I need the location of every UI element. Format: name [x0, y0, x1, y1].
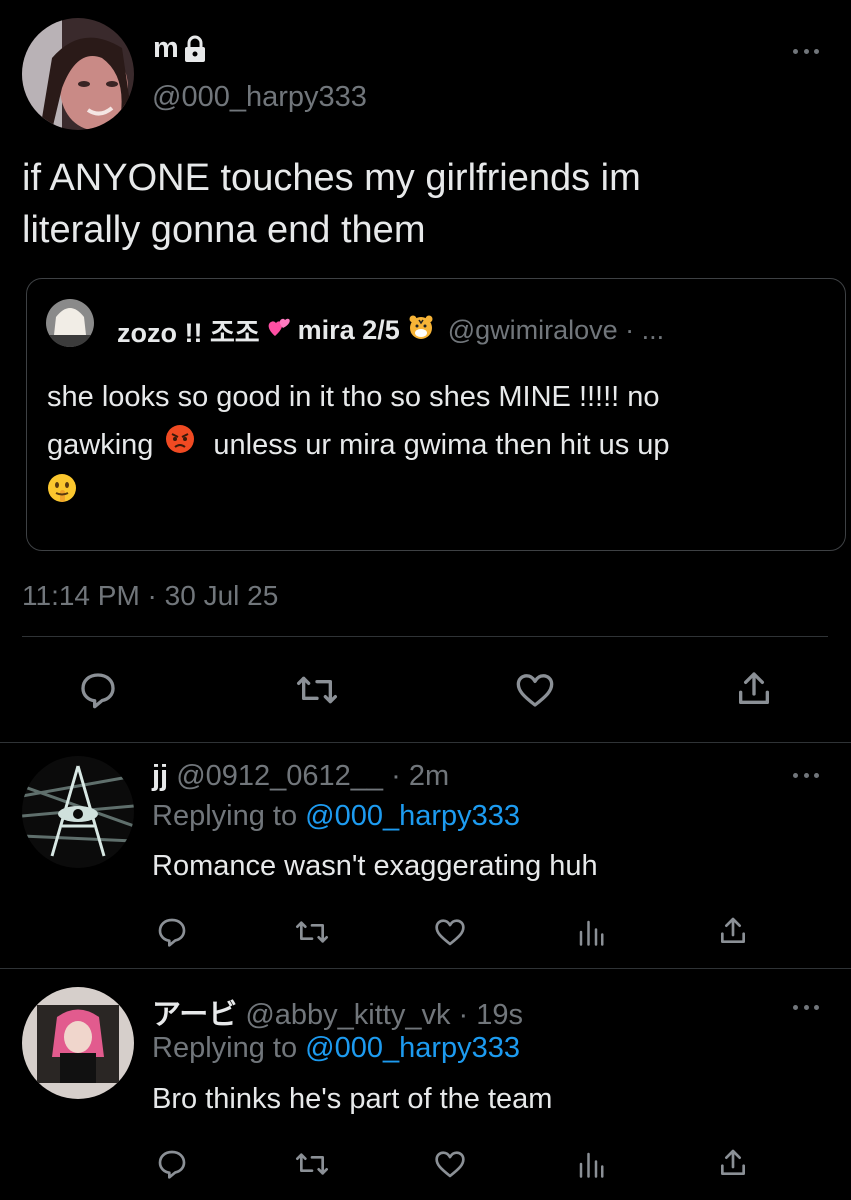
- reply-text: Bro thinks he's part of the team: [152, 1083, 553, 1115]
- like-icon[interactable]: [433, 1148, 467, 1180]
- quoted-tweet[interactable]: zozo !! 조조 mira 2/5 @gwimiralove · ... s…: [26, 278, 846, 551]
- replying-to-handle[interactable]: @000_harpy333: [305, 800, 520, 832]
- shushing-face-emoji: [47, 470, 77, 518]
- divider: [0, 742, 851, 743]
- tiger-emoji: [408, 314, 434, 347]
- replying-to-label: Replying to: [152, 800, 298, 832]
- reply-display-name[interactable]: アービ: [152, 999, 237, 1031]
- author-avatar[interactable]: [22, 18, 134, 130]
- share-icon[interactable]: [717, 914, 749, 948]
- share-icon[interactable]: [717, 1146, 749, 1180]
- quoted-display-name-part2: mira 2/5: [297, 315, 400, 345]
- tweet-text: if ANYONE touches my girlfriends im lite…: [22, 157, 641, 251]
- divider: [22, 636, 828, 637]
- replying-to-label: Replying to: [152, 1032, 298, 1064]
- angry-face-emoji: [165, 421, 195, 469]
- replying-to-handle[interactable]: @000_harpy333: [305, 1032, 520, 1064]
- reply-time[interactable]: · 2m: [391, 760, 449, 792]
- divider: [0, 968, 851, 969]
- reply-author-avatar[interactable]: [22, 987, 134, 1099]
- reply-icon[interactable]: [156, 916, 188, 948]
- reply-display-name[interactable]: jj: [152, 760, 168, 792]
- analytics-icon[interactable]: [576, 1148, 606, 1180]
- quoted-display-name-part1: zozo !! 조조: [117, 318, 260, 348]
- share-icon[interactable]: [734, 668, 774, 710]
- reply-author-avatar[interactable]: [22, 756, 134, 868]
- sparkling-heart-emoji: [266, 314, 292, 347]
- like-icon[interactable]: [514, 670, 556, 710]
- author-handle[interactable]: @000_harpy333: [152, 81, 367, 114]
- more-icon[interactable]: [793, 47, 819, 55]
- reply-icon[interactable]: [78, 670, 118, 710]
- analytics-icon[interactable]: [576, 916, 606, 948]
- tweet-timestamp[interactable]: 11:14 PM · 30 Jul 25: [22, 580, 278, 612]
- lock-icon: [183, 35, 207, 63]
- reply-handle[interactable]: @0912_0612__: [176, 760, 383, 792]
- quoted-author-avatar: [46, 299, 94, 347]
- retweet-icon[interactable]: [295, 670, 339, 710]
- reply-time[interactable]: · 19s: [459, 999, 523, 1031]
- reply-icon[interactable]: [156, 1148, 188, 1180]
- retweet-icon[interactable]: [294, 916, 330, 948]
- reply-text: Romance wasn't exaggerating huh: [152, 850, 598, 882]
- quoted-handle: @gwimiralove · ...: [447, 315, 665, 345]
- author-display-name[interactable]: m: [153, 32, 179, 65]
- retweet-icon[interactable]: [294, 1148, 330, 1180]
- reply-handle[interactable]: @abby_kitty_vk: [245, 999, 450, 1031]
- more-icon[interactable]: [793, 771, 819, 779]
- like-icon[interactable]: [433, 916, 467, 948]
- more-icon[interactable]: [793, 1003, 819, 1011]
- quoted-text: she looks so good in it tho so shes MINE…: [47, 373, 837, 518]
